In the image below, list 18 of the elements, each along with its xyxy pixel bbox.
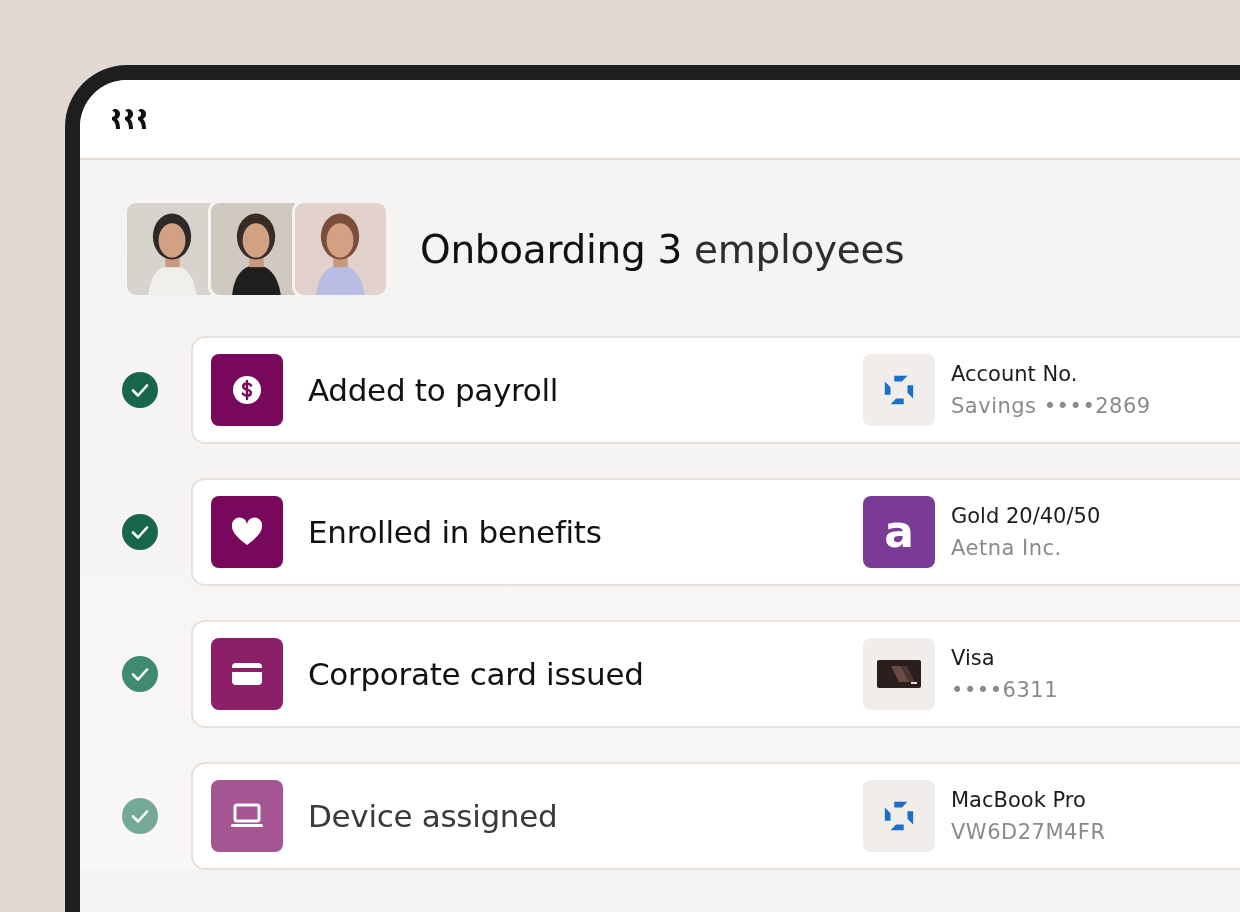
detail-title: Gold 20/40/50 [951, 504, 1101, 528]
detail-title: Visa [951, 646, 996, 670]
detail-title: MacBook Pro [951, 788, 1087, 812]
laptop-icon [211, 780, 283, 852]
detail-subtitle: Savings ••••2869 [951, 394, 1151, 418]
detail-title: Account No. [951, 362, 1079, 386]
task-label: Corporate card issued [308, 656, 645, 692]
detail-subtitle: ••••6311 [951, 678, 1058, 702]
detail-subtitle: Aetna Inc. [951, 536, 1063, 560]
letter-logo: a [863, 496, 935, 568]
detail-subtitle: VW6D27M4FR [951, 820, 1106, 844]
page-title: Onboarding 3 employees [420, 226, 905, 272]
task-label: Enrolled in benefits [308, 514, 603, 550]
task-label: Device assigned [308, 798, 559, 834]
credit-card-icon [211, 638, 283, 710]
dollar-icon [211, 354, 283, 426]
credit-card-icon [863, 638, 935, 710]
task-label: Added to payroll [308, 372, 560, 408]
